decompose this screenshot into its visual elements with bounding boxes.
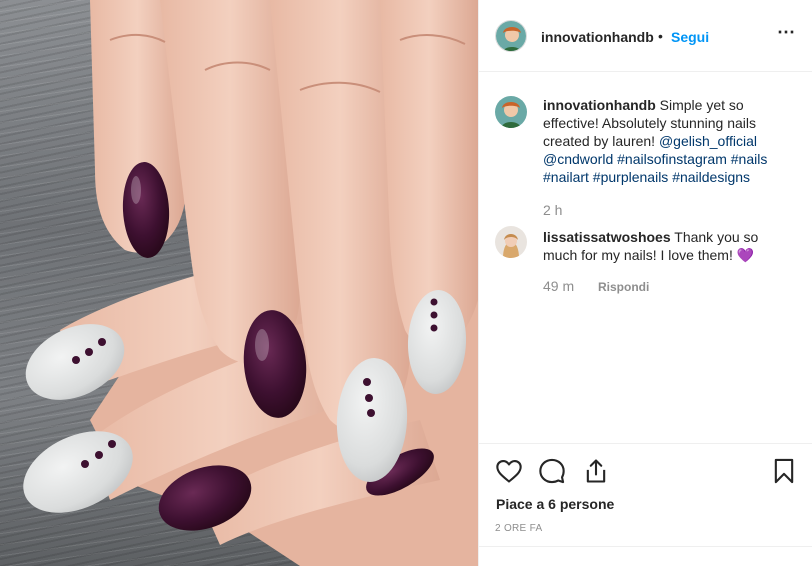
mention-cndworld[interactable]: @cndworld <box>543 151 613 167</box>
mention-gelish[interactable]: @gelish_official <box>659 133 757 149</box>
author-avatar[interactable] <box>495 20 527 52</box>
follow-button[interactable]: Segui <box>671 29 709 45</box>
likes-count[interactable]: Piace a 6 persone <box>496 496 614 512</box>
commenter-avatar[interactable] <box>495 226 527 258</box>
post-side-panel: innovationhandb • Segui ⋯ innovationhand… <box>478 0 812 566</box>
post-timestamp: 2 ORE FA <box>495 523 543 534</box>
caption-time: 2 h <box>543 202 563 218</box>
hands-nail-art-image <box>23 0 478 566</box>
comment-icon[interactable] <box>538 457 566 485</box>
caption-username[interactable]: innovationhandb <box>543 97 656 113</box>
reply-button[interactable]: Rispondi <box>598 280 649 294</box>
bookmark-icon[interactable] <box>770 457 798 485</box>
heart-icon[interactable] <box>495 457 523 485</box>
more-options-icon[interactable]: ⋯ <box>777 22 796 43</box>
comment-time: 49 m <box>543 278 575 294</box>
post-header: innovationhandb • Segui ⋯ <box>479 0 812 72</box>
author-username[interactable]: innovationhandb <box>541 29 654 45</box>
commenter-username[interactable]: lissatissatwoshoes <box>543 229 671 245</box>
add-comment-area <box>479 546 812 568</box>
post-actions: Piace a 6 persone 2 ORE FA <box>479 443 812 566</box>
post-photo[interactable] <box>0 0 478 566</box>
caption-avatar[interactable] <box>495 96 527 128</box>
purple-heart-emoji: 💜 <box>736 247 755 263</box>
caption-text: innovationhandb Simple yet so effective!… <box>543 96 787 186</box>
separator-dot: • <box>658 28 663 44</box>
comment-text: lissatissatwoshoes Thank you so much for… <box>543 228 787 264</box>
share-icon[interactable] <box>582 457 610 485</box>
